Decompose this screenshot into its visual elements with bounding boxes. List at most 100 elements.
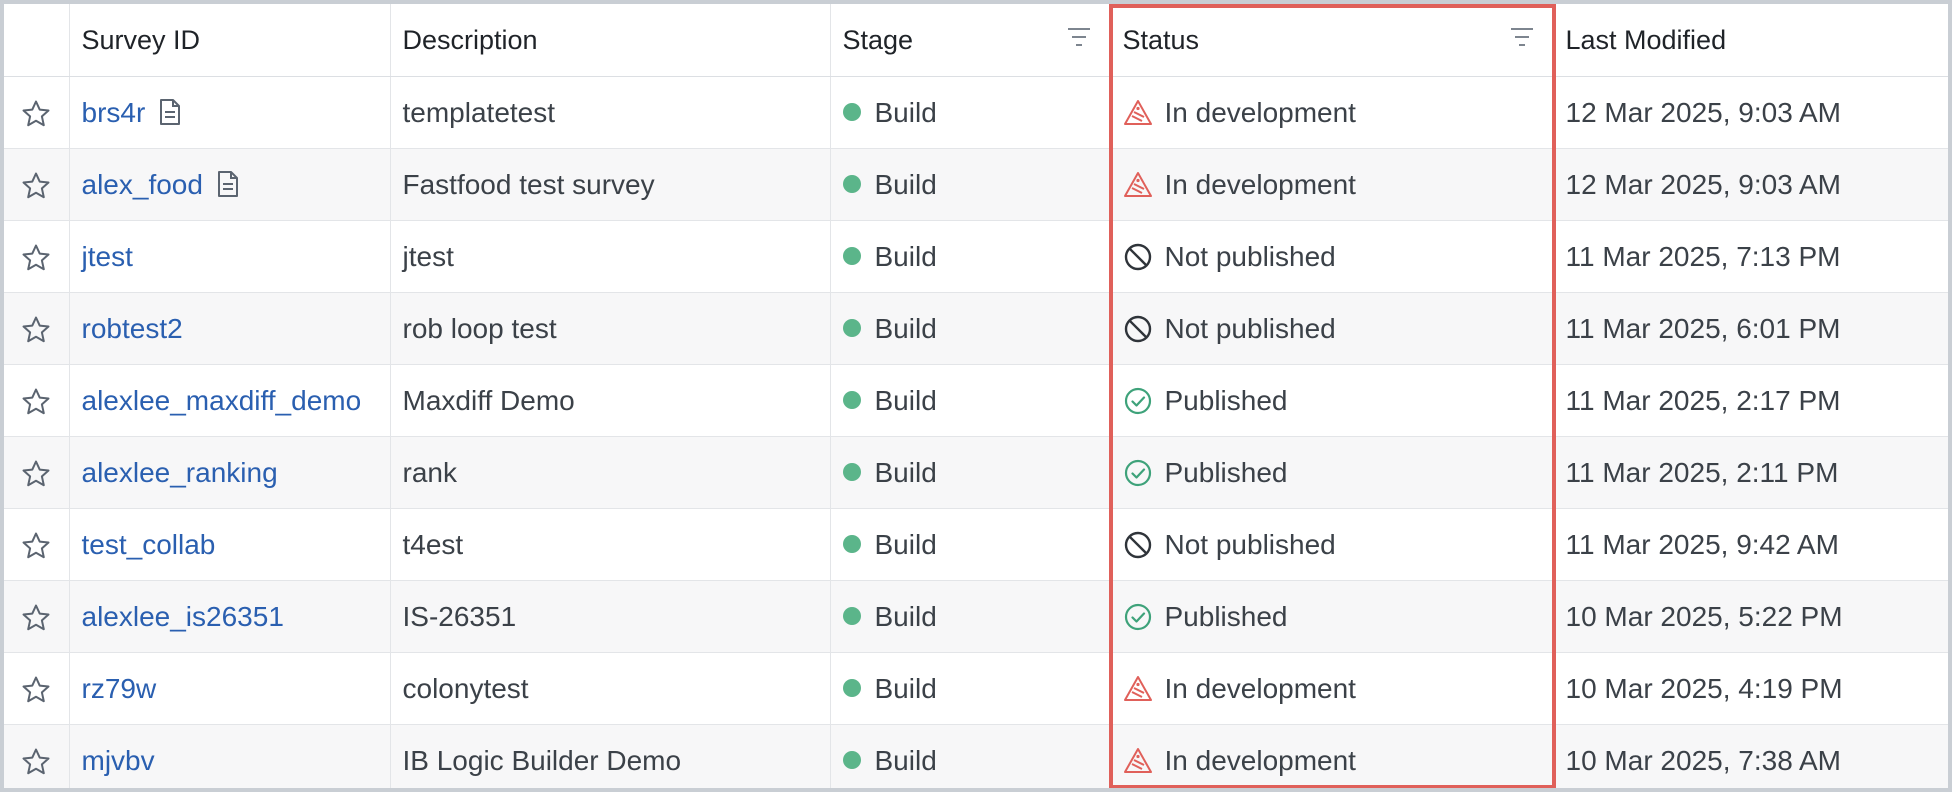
document-icon[interactable] <box>159 98 181 126</box>
status-text: In development <box>1164 744 1356 776</box>
star-icon[interactable] <box>21 672 51 703</box>
survey-id-link[interactable]: alexlee_ranking <box>82 457 278 488</box>
status-text: In development <box>1164 168 1356 200</box>
last-modified-cell: 12 Mar 2025, 9:03 AM <box>1553 148 1948 221</box>
column-header-label: Status <box>1122 24 1200 55</box>
not-published-icon <box>1123 242 1153 272</box>
table-row[interactable]: test_collab t4est Build Not published 11 Mar… <box>4 508 1948 581</box>
description-text: IB Logic Builder Demo <box>402 744 682 776</box>
description-text: Maxdiff Demo <box>402 384 575 416</box>
survey-id-cell: alex_food <box>69 148 391 221</box>
last-modified-cell: 12 Mar 2025, 9:03 AM <box>1553 76 1948 149</box>
favorite-cell <box>4 220 70 293</box>
column-header-label: Stage <box>842 24 914 55</box>
favorite-cell <box>4 364 70 437</box>
filter-icon[interactable] <box>1509 26 1535 48</box>
favorite-cell <box>4 724 70 788</box>
survey-id-link[interactable]: mjvbv <box>82 745 155 776</box>
description-cell: Fastfood test survey <box>390 148 831 221</box>
favorite-column-header <box>4 4 70 77</box>
last-modified-cell: 10 Mar 2025, 5:22 PM <box>1553 580 1948 653</box>
column-header-survey-id[interactable]: Survey ID <box>69 4 391 77</box>
star-icon[interactable] <box>21 456 51 487</box>
survey-id-cell: alexlee_ranking <box>69 436 391 509</box>
star-icon[interactable] <box>21 600 51 631</box>
survey-id-link[interactable]: test_collab <box>82 529 216 560</box>
survey-id-link[interactable]: rz79w <box>82 673 157 704</box>
star-icon[interactable] <box>21 240 51 271</box>
description-cell: t4est <box>390 508 831 581</box>
last-modified-cell: 11 Mar 2025, 6:01 PM <box>1553 292 1948 365</box>
favorite-cell <box>4 292 70 365</box>
status-cell: Published <box>1110 436 1554 509</box>
table-row[interactable]: robtest2 rob loop test Build Not published 1… <box>4 292 1948 365</box>
survey-id-link[interactable]: alexlee_maxdiff_demo <box>82 385 362 416</box>
in-development-icon <box>1123 170 1153 200</box>
stage-cell: Build <box>830 580 1111 653</box>
status-cell: Published <box>1110 364 1554 437</box>
stage-cell: Build <box>830 292 1111 365</box>
status-cell: Not published <box>1110 292 1554 365</box>
description-text: jtest <box>402 240 454 272</box>
survey-id-link[interactable]: alex_food <box>82 169 203 200</box>
survey-id-link[interactable]: jtest <box>82 241 133 272</box>
survey-id-link[interactable]: robtest2 <box>82 313 183 344</box>
published-check-icon <box>1123 386 1153 416</box>
description-text: rank <box>402 456 457 488</box>
stage-cell: Build <box>830 76 1111 149</box>
status-cell: Not published <box>1110 508 1554 581</box>
last-modified-text: 10 Mar 2025, 5:22 PM <box>1565 600 1843 632</box>
status-text: Published <box>1164 384 1288 416</box>
survey-id-cell: alexlee_is26351 <box>69 580 391 653</box>
column-header-last-modified[interactable]: Last Modified <box>1553 4 1948 77</box>
filter-icon[interactable] <box>1066 26 1092 48</box>
star-icon[interactable] <box>21 312 51 343</box>
star-icon[interactable] <box>21 96 51 127</box>
last-modified-cell: 11 Mar 2025, 2:17 PM <box>1553 364 1948 437</box>
stage-dot-icon <box>842 318 861 337</box>
stage-cell: Build <box>830 364 1111 437</box>
star-icon[interactable] <box>21 528 51 559</box>
description-text: t4est <box>402 528 464 560</box>
status-cell: In development <box>1110 652 1554 725</box>
stage-cell: Build <box>830 220 1111 293</box>
survey-id-link[interactable]: brs4r <box>82 97 146 128</box>
stage-text: Build <box>874 456 937 488</box>
table-row[interactable]: alexlee_maxdiff_demo Maxdiff Demo Build Pub… <box>4 364 1948 437</box>
last-modified-text: 11 Mar 2025, 2:17 PM <box>1565 384 1841 416</box>
star-icon[interactable] <box>21 168 51 199</box>
description-cell: IS-26351 <box>390 580 831 653</box>
last-modified-cell: 11 Mar 2025, 9:42 AM <box>1553 508 1948 581</box>
survey-id-link[interactable]: alexlee_is26351 <box>82 601 284 632</box>
table-row[interactable]: alex_food Fastfood test survey Build In dev… <box>4 148 1948 221</box>
description-text: rob loop test <box>402 312 557 344</box>
table-row[interactable]: alexlee_is26351 IS-26351 Build Published 10 … <box>4 580 1948 653</box>
last-modified-text: 12 Mar 2025, 9:03 AM <box>1565 96 1842 128</box>
table-row[interactable]: rz79w colonytest Build In development 10 Mar… <box>4 652 1948 725</box>
survey-id-cell: jtest <box>69 220 391 293</box>
status-text: Not published <box>1164 240 1336 272</box>
stage-text: Build <box>874 168 937 200</box>
favorite-cell <box>4 652 70 725</box>
column-header-stage[interactable]: Stage <box>830 4 1111 77</box>
column-header-description[interactable]: Description <box>390 4 831 77</box>
document-icon[interactable] <box>217 170 239 198</box>
stage-text: Build <box>874 240 937 272</box>
stage-text: Build <box>874 96 937 128</box>
description-cell: rob loop test <box>390 292 831 365</box>
stage-cell: Build <box>830 724 1111 788</box>
surveys-table: Survey ID Description Stage Status Last … <box>4 4 1948 788</box>
table-row[interactable]: jtest jtest Build Not published 11 Mar 2025,… <box>4 220 1948 293</box>
table-row[interactable]: alexlee_ranking rank Build Published 11 Mar … <box>4 436 1948 509</box>
favorite-cell <box>4 508 70 581</box>
status-cell: In development <box>1110 724 1554 788</box>
in-development-icon <box>1123 674 1153 704</box>
last-modified-text: 10 Mar 2025, 7:38 AM <box>1565 744 1842 776</box>
star-icon[interactable] <box>21 744 51 775</box>
table-row[interactable]: brs4r templatetest Build In development 12 M… <box>4 76 1948 149</box>
column-header-status[interactable]: Status <box>1110 4 1554 77</box>
table-row[interactable]: mjvbv IB Logic Builder Demo Build In develo… <box>4 724 1948 788</box>
stage-dot-icon <box>842 678 861 697</box>
surveys-table-frame: Survey ID Description Stage Status Last … <box>4 4 1948 788</box>
star-icon[interactable] <box>21 384 51 415</box>
